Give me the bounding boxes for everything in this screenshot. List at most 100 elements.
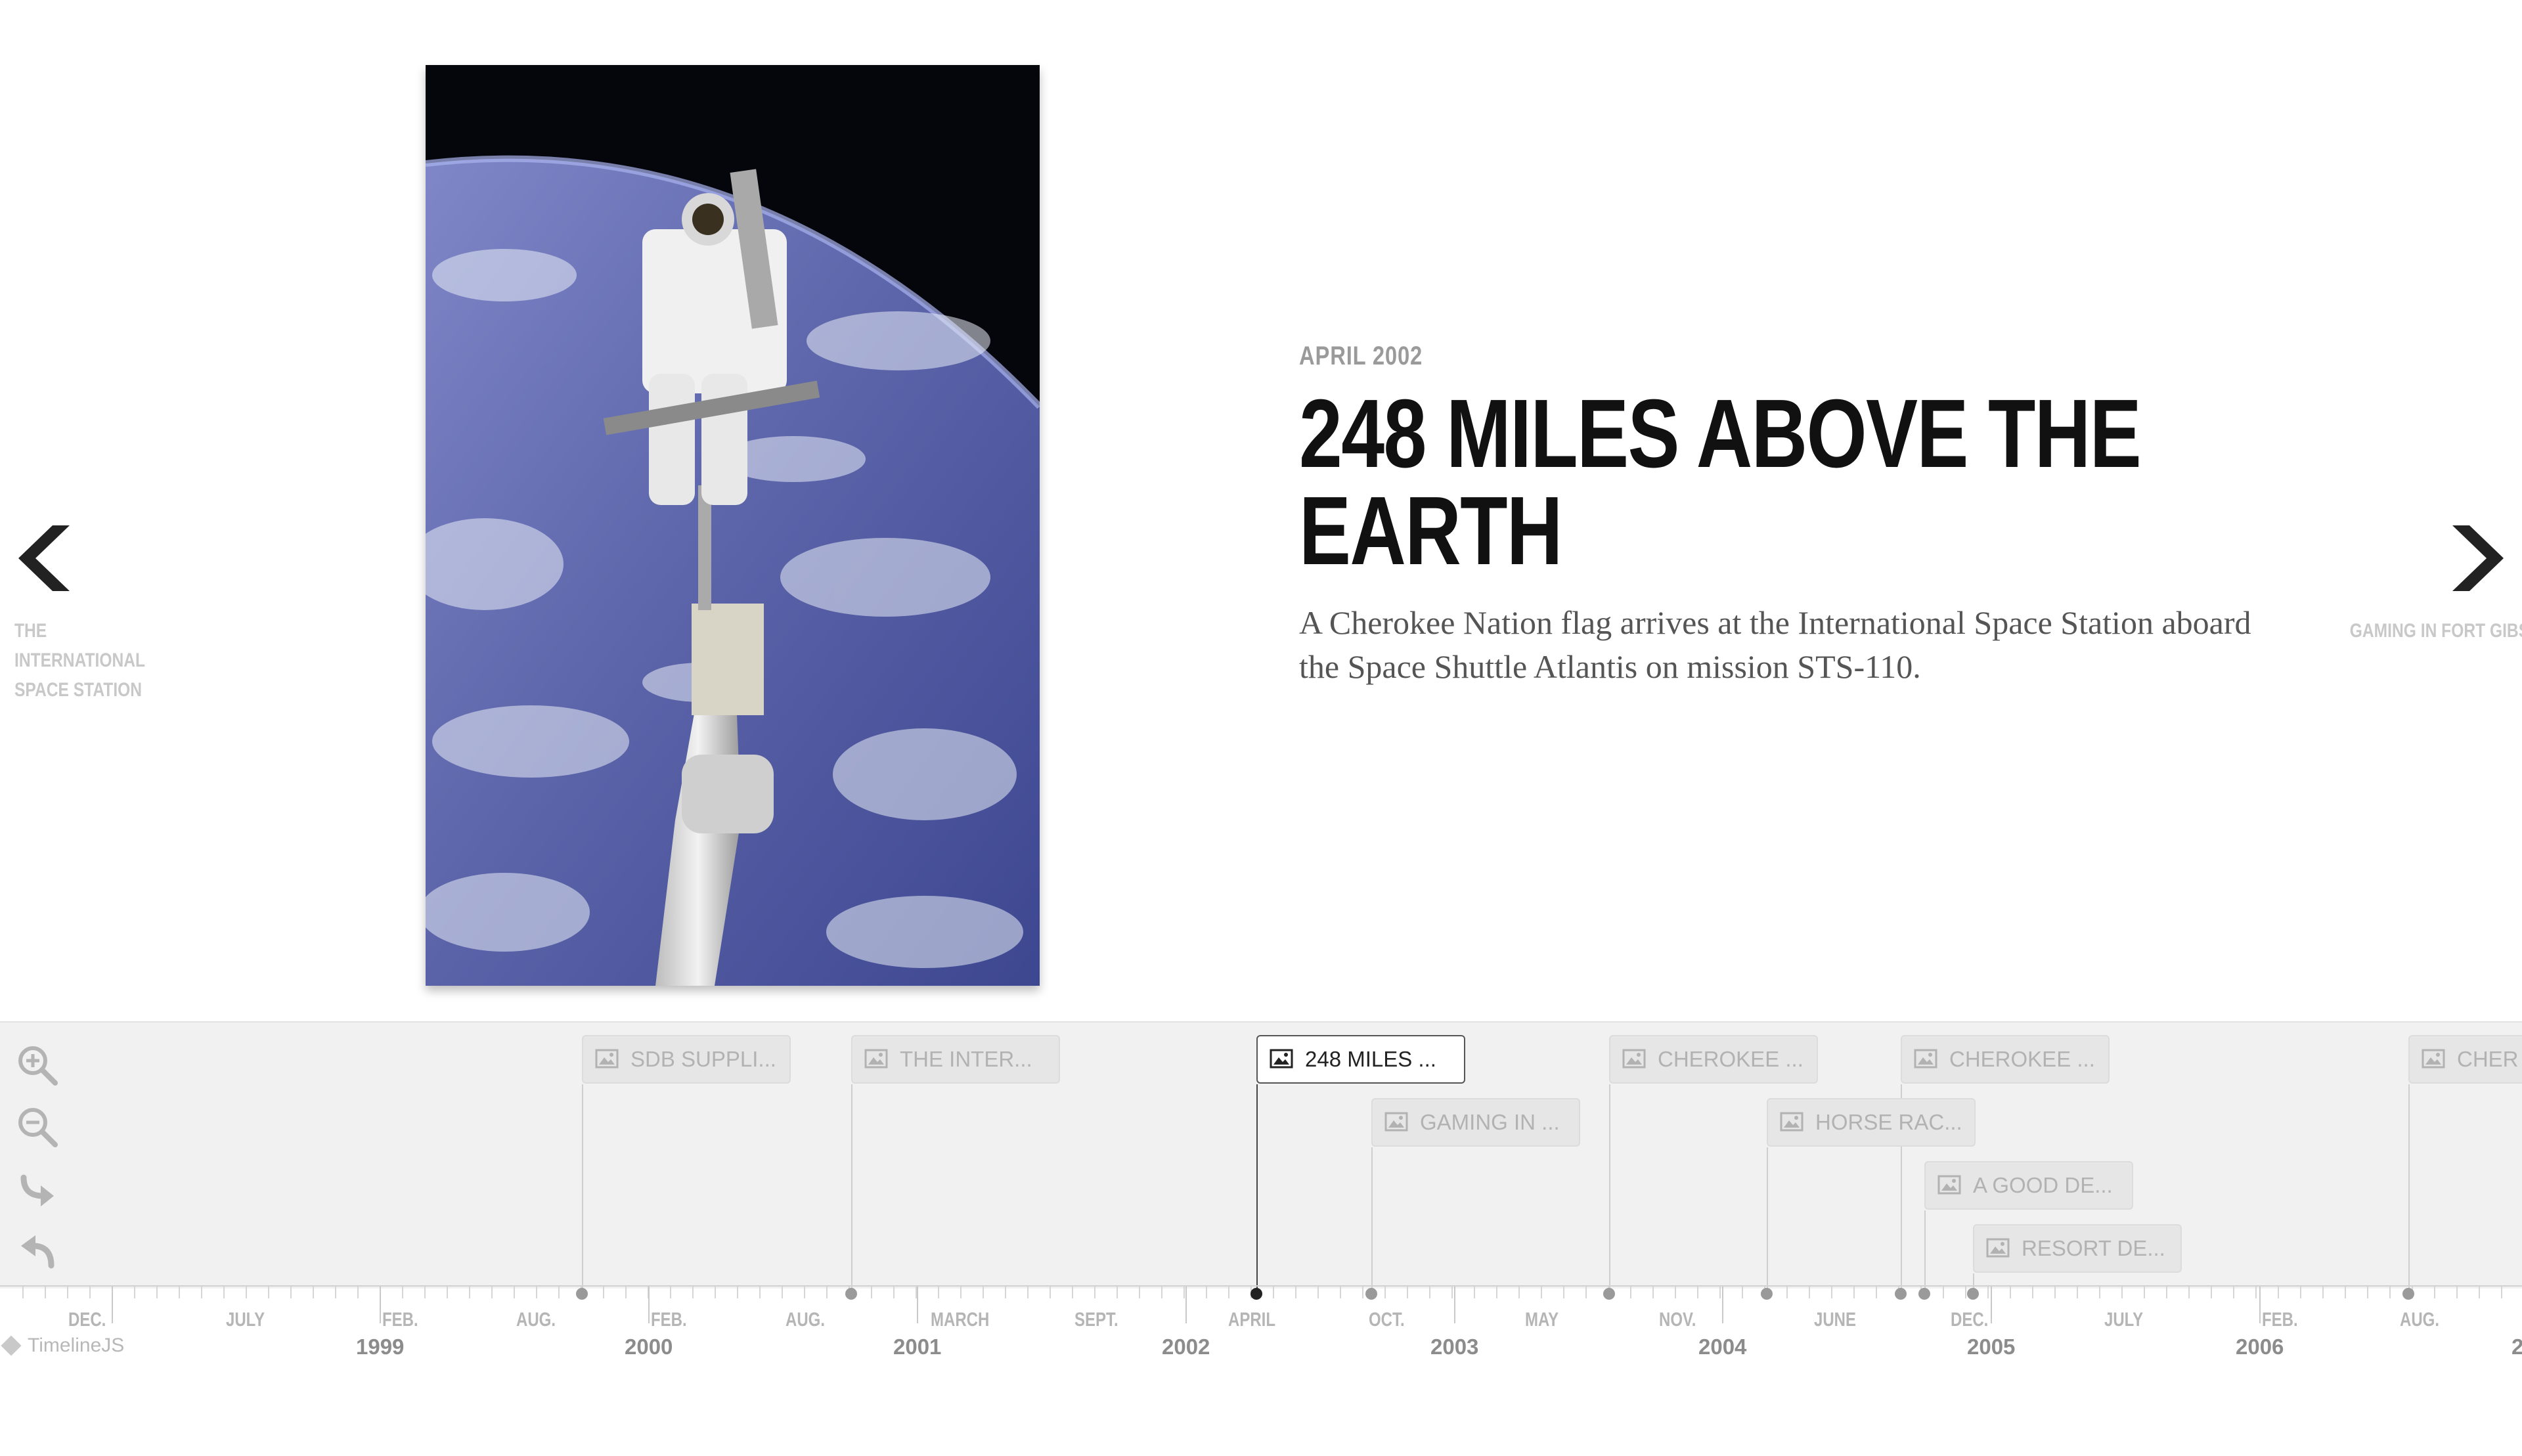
slide-content: APRIL 2002 248 MILES ABOVE THE EARTH A C… xyxy=(1299,342,2258,689)
timeline-flag[interactable]: CHEROKEE ... xyxy=(1609,1035,1818,1084)
event-dot[interactable] xyxy=(1603,1288,1615,1300)
flag-label: A GOOD DE... xyxy=(1973,1173,2113,1197)
axis-minor-tick xyxy=(2322,1287,2324,1298)
timeline-flag[interactable]: SDB SUPPLI... xyxy=(582,1035,791,1084)
axis-minor-tick xyxy=(1429,1287,1430,1298)
event-dot[interactable] xyxy=(1967,1288,1979,1300)
axis-minor-tick xyxy=(2501,1287,2502,1298)
axis-minor-tick xyxy=(625,1287,627,1298)
axis-minor-tick xyxy=(1876,1287,1877,1298)
timeline-flag[interactable]: CHEROKEE ... xyxy=(1901,1035,2110,1084)
image-icon xyxy=(595,1049,619,1069)
month-label: SEPT. xyxy=(1074,1309,1118,1331)
axis-major-tick xyxy=(1454,1287,1455,1323)
axis-minor-tick xyxy=(2211,1287,2212,1298)
axis-minor-tick xyxy=(514,1287,515,1298)
month-label: DEC. xyxy=(1951,1309,1989,1331)
undo-icon[interactable] xyxy=(14,1227,60,1273)
axis-minor-tick xyxy=(1809,1287,1810,1298)
axis-minor-tick xyxy=(603,1287,604,1298)
axis-minor-tick xyxy=(246,1287,247,1298)
axis-minor-tick xyxy=(357,1287,359,1298)
event-dot[interactable] xyxy=(1761,1288,1773,1300)
event-dot[interactable] xyxy=(576,1288,588,1300)
axis-major-tick xyxy=(380,1287,381,1323)
timeline-flag[interactable]: GAMING IN ... xyxy=(1371,1098,1580,1147)
month-label: MAY xyxy=(1525,1309,1559,1331)
axis-minor-tick xyxy=(1340,1287,1341,1298)
timeline-flag[interactable]: HORSE RAC... xyxy=(1767,1098,1976,1147)
image-icon xyxy=(1622,1049,1646,1069)
axis-minor-tick xyxy=(1786,1287,1788,1298)
axis-minor-tick xyxy=(670,1287,671,1298)
month-label: JULY xyxy=(226,1309,265,1331)
timeline-flag[interactable]: CHER xyxy=(2408,1035,2522,1084)
image-icon xyxy=(1937,1175,1961,1195)
axis-major-tick xyxy=(648,1287,650,1323)
axis-minor-tick xyxy=(469,1287,470,1298)
axis-minor-tick xyxy=(1451,1287,1453,1298)
timeline-flag[interactable]: A GOOD DE... xyxy=(1924,1161,2133,1210)
axis-minor-tick xyxy=(1139,1287,1140,1298)
axis-major-tick xyxy=(1185,1287,1187,1323)
axis-minor-tick xyxy=(335,1287,336,1298)
axis-minor-tick xyxy=(2144,1287,2145,1298)
axis-minor-tick xyxy=(2077,1287,2078,1298)
axis-minor-tick xyxy=(45,1287,46,1298)
flag-label: GAMING IN ... xyxy=(1420,1110,1560,1134)
redo-icon[interactable] xyxy=(14,1166,60,1212)
previous-slide-button[interactable]: THE INTERNATIONAL SPACE STATION xyxy=(14,525,185,705)
zoom-out-icon[interactable] xyxy=(14,1104,60,1150)
axis-minor-tick xyxy=(1362,1287,1363,1298)
axis-minor-tick xyxy=(1228,1287,1229,1298)
flag-label: THE INTER... xyxy=(900,1047,1032,1071)
month-label: AUG. xyxy=(2400,1309,2439,1331)
year-label: 2005 xyxy=(1967,1335,2016,1359)
axis-minor-tick xyxy=(491,1287,493,1298)
slide-photo xyxy=(426,65,1040,986)
timeline-flag[interactable]: THE INTER... xyxy=(851,1035,1060,1084)
event-dot[interactable] xyxy=(1895,1288,1907,1300)
event-dot[interactable] xyxy=(2402,1288,2414,1300)
axis-minor-tick xyxy=(179,1287,180,1298)
axis-minor-tick xyxy=(268,1287,269,1298)
image-icon xyxy=(1914,1049,1937,1069)
flag-label: SDB SUPPLI... xyxy=(630,1047,776,1071)
event-dot[interactable] xyxy=(1918,1288,1930,1300)
marker-line xyxy=(1924,1210,1926,1294)
axis-major-tick xyxy=(1722,1287,1723,1323)
next-slide-button[interactable]: GAMING IN FORT GIBSON xyxy=(2297,525,2522,646)
event-dot-active[interactable] xyxy=(1250,1288,1262,1300)
event-dot[interactable] xyxy=(845,1288,857,1300)
zoom-in-icon[interactable] xyxy=(14,1042,60,1088)
axis-minor-tick xyxy=(447,1287,448,1298)
year-label: 2001 xyxy=(893,1335,942,1359)
month-label: FEB. xyxy=(651,1309,687,1331)
axis-minor-tick xyxy=(1072,1287,1073,1298)
axis-minor-tick xyxy=(2345,1287,2346,1298)
event-dot[interactable] xyxy=(1365,1288,1377,1300)
axis-minor-tick xyxy=(424,1287,426,1298)
marker-line xyxy=(1767,1147,1768,1294)
chevron-left-icon xyxy=(18,525,70,591)
image-icon xyxy=(1780,1112,1803,1132)
axis-minor-tick xyxy=(1161,1287,1162,1298)
axis-minor-tick xyxy=(1184,1287,1185,1298)
axis-minor-tick xyxy=(1407,1287,1408,1298)
month-label: APRIL xyxy=(1228,1309,1275,1331)
chevron-right-icon xyxy=(2452,525,2504,591)
slide-headline: 248 MILES ABOVE THE EARTH xyxy=(1299,380,2142,585)
timeline-flag[interactable]: RESORT DE... xyxy=(1973,1224,2182,1273)
flag-label: RESORT DE... xyxy=(2022,1236,2165,1260)
brand-label: TimelineJS xyxy=(28,1335,125,1356)
astronaut-photo xyxy=(426,65,1040,986)
timeline-flag-active[interactable]: 248 MILES ... xyxy=(1256,1035,1465,1084)
axis-minor-tick xyxy=(737,1287,738,1298)
axis-minor-tick xyxy=(1697,1287,1698,1298)
axis-minor-tick xyxy=(2054,1287,2056,1298)
axis-minor-tick xyxy=(1675,1287,1676,1298)
timelinejs-brand[interactable]: TimelineJS xyxy=(1,1335,125,1357)
axis-minor-tick xyxy=(201,1287,202,1298)
axis-minor-tick xyxy=(1295,1287,1296,1298)
month-label: AUG. xyxy=(785,1309,825,1331)
